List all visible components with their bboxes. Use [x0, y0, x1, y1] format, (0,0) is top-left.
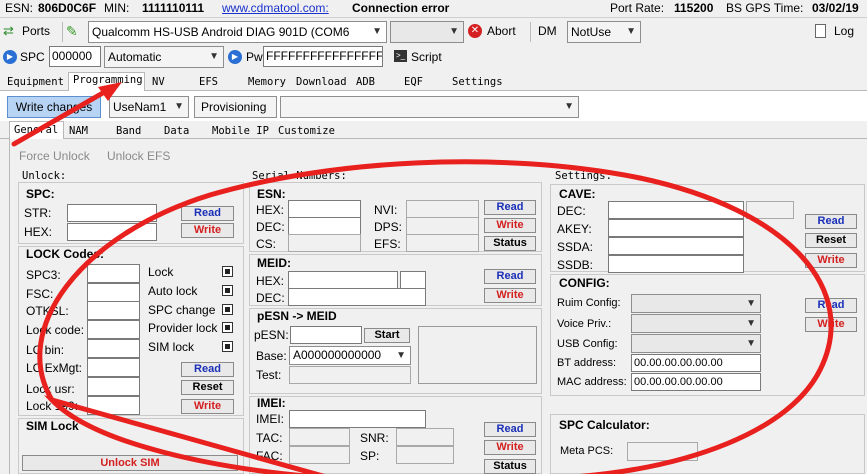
- annotation-overlay: [11, 82, 834, 474]
- annotation-arrow-line: [11, 87, 111, 147]
- annotation-arrow-head: [98, 82, 122, 101]
- annotation-ellipse: [37, 159, 834, 474]
